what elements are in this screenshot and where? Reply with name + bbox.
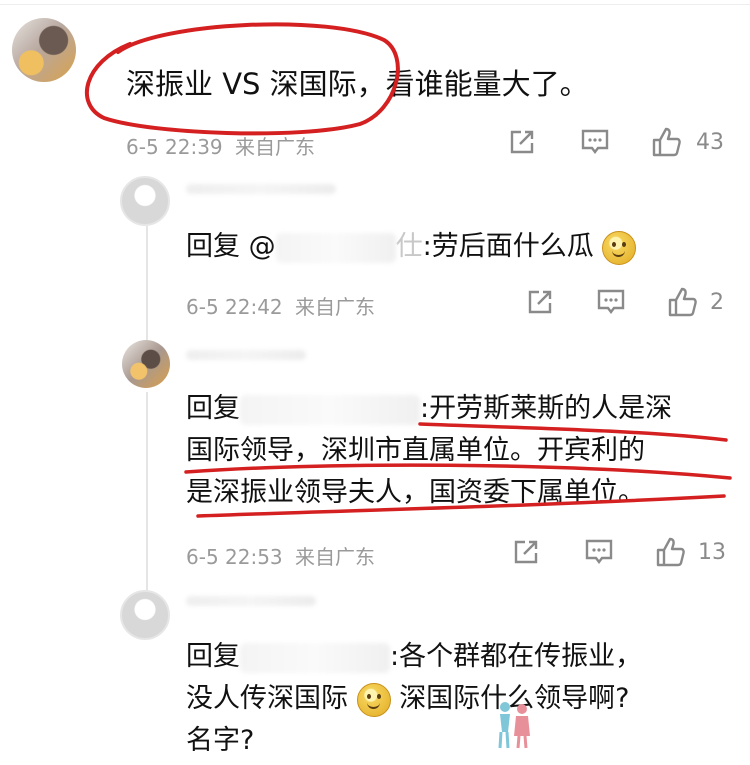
like-count: 13 xyxy=(698,539,726,565)
share-button[interactable] xyxy=(512,538,540,566)
like-button[interactable]: 43 xyxy=(650,126,724,158)
figures-sticker xyxy=(498,702,530,749)
avatar[interactable] xyxy=(122,340,170,388)
comment-source: 来自广东 xyxy=(235,135,316,159)
avatar[interactable] xyxy=(120,176,170,226)
like-button[interactable]: 2 xyxy=(666,286,724,318)
comment-button[interactable] xyxy=(584,538,614,566)
reply-prefix: 回复 xyxy=(186,641,240,672)
reply-text: 回复 @ 仕:劳后面什么瓜 xyxy=(186,226,637,268)
reply-line: 名字? xyxy=(186,725,255,756)
thread-line xyxy=(146,226,148,340)
reply-time: 6-5 22:53 xyxy=(186,545,283,569)
redacted-username xyxy=(240,394,420,425)
reply-meta: 6-5 22:53 来自广东 xyxy=(186,541,375,570)
share-icon xyxy=(514,540,538,564)
like-count: 2 xyxy=(710,289,724,315)
reply-line: 国际领导，深圳市直属单位。开宾利的 xyxy=(186,435,645,466)
comment-meta: 6-5 22:39 来自广东 xyxy=(126,131,315,160)
redacted-username xyxy=(240,642,390,673)
reply-source: 来自广东 xyxy=(295,295,376,319)
share-icon xyxy=(510,130,534,154)
top-divider xyxy=(0,4,750,5)
reply-prefix: 回复 xyxy=(186,393,240,424)
username-redacted xyxy=(186,184,336,194)
thread-line xyxy=(146,392,148,592)
avatar[interactable] xyxy=(12,18,76,82)
reply-line: 是深振业领导夫人，国资委下属单位。 xyxy=(186,477,645,508)
comment-icon xyxy=(585,539,613,564)
reply-source: 来自广东 xyxy=(295,545,376,569)
comment-time: 6-5 22:39 xyxy=(126,135,223,159)
comment-button[interactable] xyxy=(596,288,626,316)
share-button[interactable] xyxy=(508,128,536,156)
share-icon xyxy=(528,290,552,314)
comment-icon xyxy=(581,129,609,154)
reply-text: 回复:各个群都在传振业， 没人传深国际 深国际什么领导啊? 名字? xyxy=(186,636,642,762)
reply-username-fragment: 仕 xyxy=(395,231,423,262)
redacted-username xyxy=(275,232,396,263)
reply-prefix: 回复 @ xyxy=(186,231,276,262)
avatar[interactable] xyxy=(120,590,170,640)
reply-text: 回复:开劳斯莱斯的人是深 国际领导，深圳市直属单位。开宾利的 是深振业领导夫人，… xyxy=(186,388,672,514)
username-redacted xyxy=(186,596,316,606)
grin-emoji-icon xyxy=(356,682,391,717)
thumbs-up-icon xyxy=(668,287,697,317)
share-button[interactable] xyxy=(526,288,554,316)
like-button[interactable]: 13 xyxy=(654,536,726,568)
comment-icon xyxy=(597,289,625,314)
username-redacted xyxy=(186,350,306,360)
reply-time: 6-5 22:42 xyxy=(186,295,283,319)
comment-text: 深振业 VS 深国际，看谁能量大了。 xyxy=(126,67,589,101)
thumbs-up-icon xyxy=(656,537,685,567)
grin-emoji-icon xyxy=(602,230,637,265)
thumbs-up-icon xyxy=(652,127,681,157)
comment-button[interactable] xyxy=(580,128,610,156)
like-count: 43 xyxy=(696,129,724,155)
reply-meta: 6-5 22:42 来自广东 xyxy=(186,291,375,320)
